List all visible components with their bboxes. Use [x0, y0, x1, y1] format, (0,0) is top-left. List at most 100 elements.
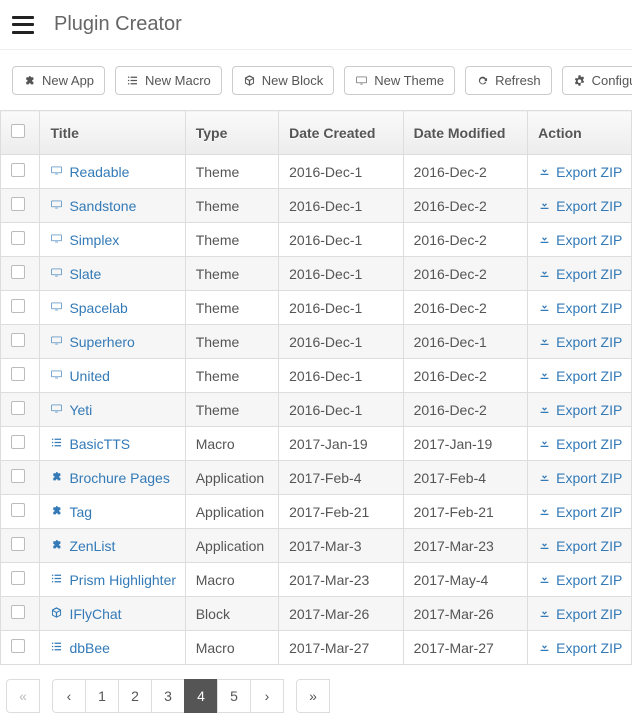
- page-last-button[interactable]: »: [296, 679, 330, 713]
- row-checkbox[interactable]: [11, 435, 25, 449]
- plugin-title-link[interactable]: dbBee: [50, 640, 109, 656]
- export-zip-link[interactable]: Export ZIP: [538, 606, 622, 622]
- page-prev-button[interactable]: ‹: [52, 679, 86, 713]
- pagination: « ‹ 12345› »: [0, 665, 632, 727]
- export-zip-link[interactable]: Export ZIP: [538, 334, 622, 350]
- menu-toggle-button[interactable]: [12, 16, 34, 34]
- button-label: Refresh: [495, 73, 541, 88]
- export-zip-link[interactable]: Export ZIP: [538, 164, 622, 180]
- plugin-title-link[interactable]: United: [50, 368, 109, 384]
- row-checkbox[interactable]: [11, 265, 25, 279]
- plugin-type: Application: [185, 461, 278, 495]
- page-number-button[interactable]: 1: [85, 679, 119, 713]
- puzzle-icon: [50, 504, 63, 520]
- plugin-title-link[interactable]: ZenList: [50, 538, 115, 554]
- table-row: TagApplication2017-Feb-212017-Feb-21Expo…: [1, 495, 632, 529]
- row-checkbox[interactable]: [11, 503, 25, 517]
- plugin-modified: 2016-Dec-2: [403, 189, 528, 223]
- page-number-button[interactable]: 3: [151, 679, 185, 713]
- export-zip-link[interactable]: Export ZIP: [538, 504, 622, 520]
- row-checkbox[interactable]: [11, 163, 25, 177]
- page-number-button[interactable]: 4: [184, 679, 218, 713]
- button-label: New Macro: [145, 73, 211, 88]
- plugin-title-link[interactable]: Yeti: [50, 402, 92, 418]
- plugin-title-text: Brochure Pages: [69, 470, 169, 486]
- plugin-title-link[interactable]: Spacelab: [50, 300, 127, 316]
- export-zip-link[interactable]: Export ZIP: [538, 538, 622, 554]
- export-zip-link[interactable]: Export ZIP: [538, 640, 622, 656]
- new-block-button[interactable]: New Block: [232, 66, 334, 95]
- table-row: IFlyChatBlock2017-Mar-262017-Mar-26Expor…: [1, 597, 632, 631]
- column-header-action[interactable]: Action: [528, 111, 632, 155]
- page-next-button[interactable]: ›: [250, 679, 284, 713]
- plugin-title-link[interactable]: Sandstone: [50, 198, 136, 214]
- select-all-header: [1, 111, 40, 155]
- select-all-checkbox[interactable]: [11, 124, 25, 138]
- row-checkbox[interactable]: [11, 537, 25, 551]
- column-header-created[interactable]: Date Created: [279, 111, 404, 155]
- row-checkbox[interactable]: [11, 639, 25, 653]
- row-checkbox[interactable]: [11, 231, 25, 245]
- new-theme-button[interactable]: New Theme: [344, 66, 455, 95]
- download-icon: [538, 640, 551, 656]
- plugin-created: 2017-Mar-26: [279, 597, 404, 631]
- export-zip-link[interactable]: Export ZIP: [538, 402, 622, 418]
- table-row: SuperheroTheme2016-Dec-12016-Dec-1Export…: [1, 325, 632, 359]
- row-checkbox[interactable]: [11, 469, 25, 483]
- row-checkbox[interactable]: [11, 571, 25, 585]
- row-checkbox[interactable]: [11, 299, 25, 313]
- refresh-button[interactable]: Refresh: [465, 66, 552, 95]
- plugin-title-text: Spacelab: [69, 300, 127, 316]
- new-app-button[interactable]: New App: [12, 66, 105, 95]
- plugin-title-link[interactable]: Tag: [50, 504, 92, 520]
- column-header-type[interactable]: Type: [185, 111, 278, 155]
- plugin-title-link[interactable]: BasicTTS: [50, 436, 130, 452]
- row-checkbox[interactable]: [11, 367, 25, 381]
- page-number-button[interactable]: 2: [118, 679, 152, 713]
- download-icon: [538, 572, 551, 588]
- export-label: Export ZIP: [556, 164, 622, 180]
- plugin-title-link[interactable]: Readable: [50, 164, 129, 180]
- table-row: YetiTheme2016-Dec-12016-Dec-2Export ZIP: [1, 393, 632, 427]
- plugin-created: 2016-Dec-1: [279, 155, 404, 189]
- gear-icon: [573, 74, 586, 87]
- export-zip-link[interactable]: Export ZIP: [538, 572, 622, 588]
- plugin-title-text: Superhero: [69, 334, 134, 350]
- export-zip-link[interactable]: Export ZIP: [538, 198, 622, 214]
- plugin-type: Theme: [185, 291, 278, 325]
- plugin-title-link[interactable]: Simplex: [50, 232, 119, 248]
- plugin-title-link[interactable]: Prism Highlighter: [50, 572, 176, 588]
- new-macro-button[interactable]: New Macro: [115, 66, 222, 95]
- list-icon: [50, 572, 63, 588]
- row-checkbox[interactable]: [11, 605, 25, 619]
- configure-button[interactable]: Configure: [562, 66, 632, 95]
- download-icon: [538, 198, 551, 214]
- export-label: Export ZIP: [556, 436, 622, 452]
- row-checkbox[interactable]: [11, 401, 25, 415]
- export-zip-link[interactable]: Export ZIP: [538, 232, 622, 248]
- export-label: Export ZIP: [556, 504, 622, 520]
- plugin-modified: 2016-Dec-2: [403, 155, 528, 189]
- column-header-title[interactable]: Title: [40, 111, 185, 155]
- column-header-modified[interactable]: Date Modified: [403, 111, 528, 155]
- download-icon: [538, 232, 551, 248]
- page-number-button[interactable]: 5: [217, 679, 251, 713]
- table-row: ZenListApplication2017-Mar-32017-Mar-23E…: [1, 529, 632, 563]
- export-zip-link[interactable]: Export ZIP: [538, 436, 622, 452]
- plugin-title-link[interactable]: Brochure Pages: [50, 470, 169, 486]
- plugin-title-link[interactable]: Slate: [50, 266, 101, 282]
- export-zip-link[interactable]: Export ZIP: [538, 368, 622, 384]
- row-checkbox[interactable]: [11, 333, 25, 347]
- button-label: New Theme: [374, 73, 444, 88]
- plugin-title-link[interactable]: IFlyChat: [50, 606, 121, 622]
- export-zip-link[interactable]: Export ZIP: [538, 300, 622, 316]
- page-first-button[interactable]: «: [6, 679, 40, 713]
- export-zip-link[interactable]: Export ZIP: [538, 266, 622, 282]
- plugin-modified: 2017-Feb-4: [403, 461, 528, 495]
- export-zip-link[interactable]: Export ZIP: [538, 470, 622, 486]
- row-checkbox[interactable]: [11, 197, 25, 211]
- plugin-title-link[interactable]: Superhero: [50, 334, 134, 350]
- export-label: Export ZIP: [556, 198, 622, 214]
- download-icon: [538, 504, 551, 520]
- plugin-type: Macro: [185, 427, 278, 461]
